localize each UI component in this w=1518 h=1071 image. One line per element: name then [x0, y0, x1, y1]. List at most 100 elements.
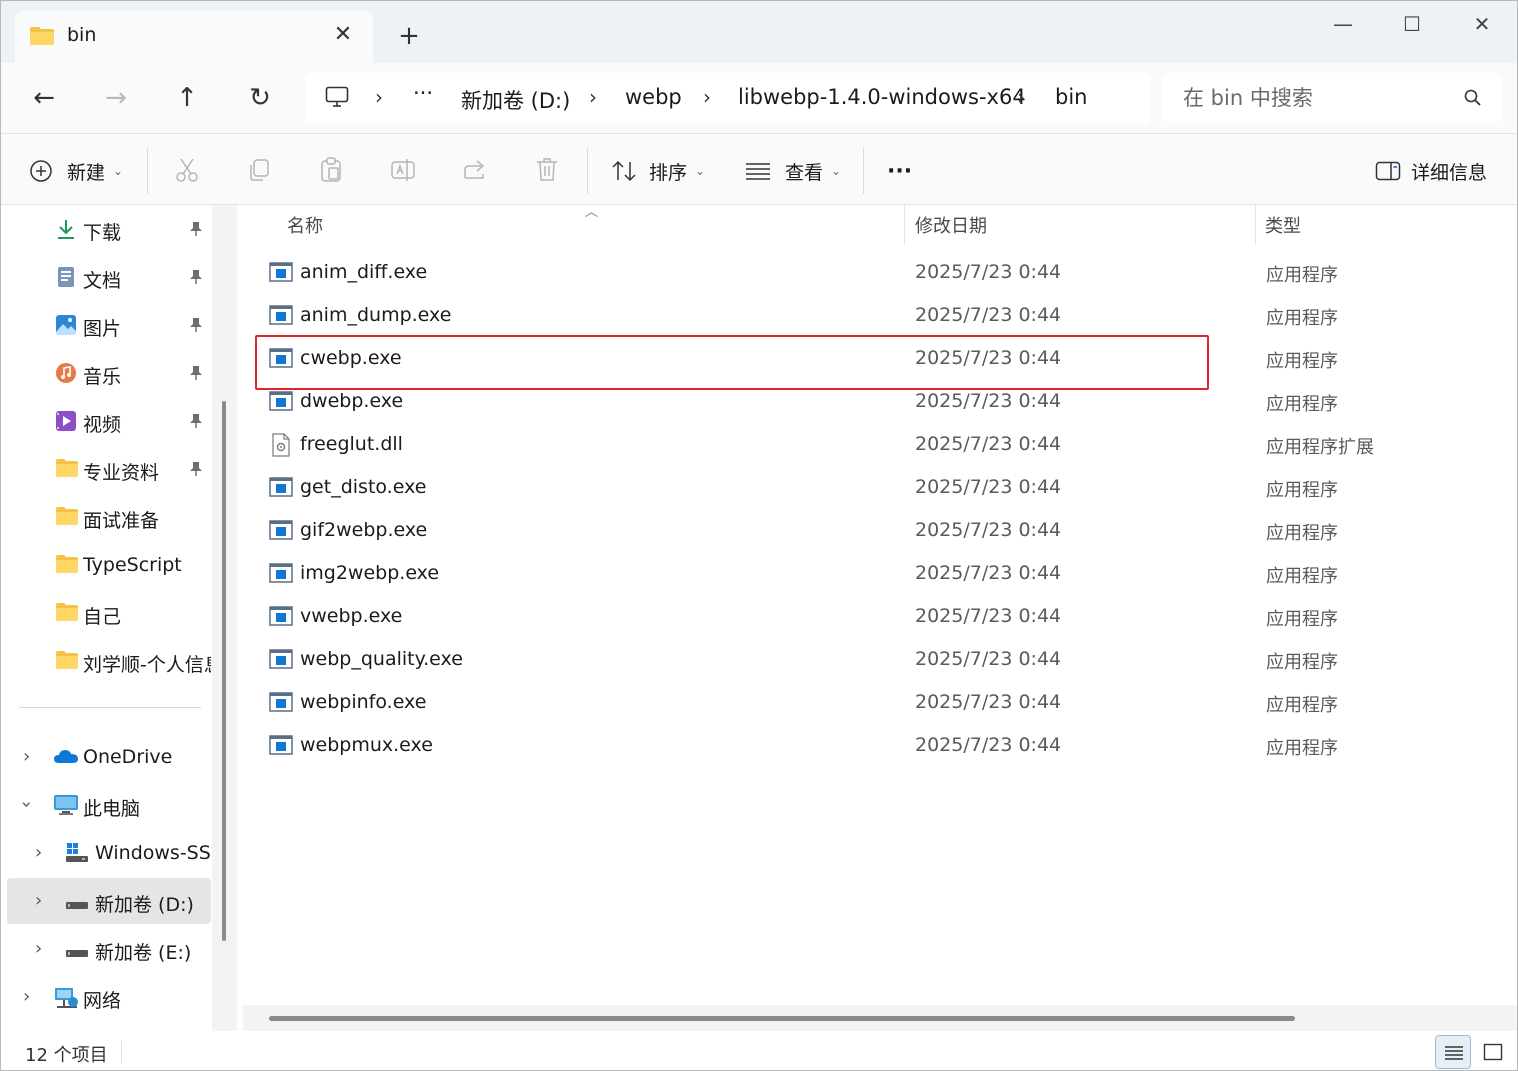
- sidebar-scrollbar-thumb[interactable]: [222, 401, 226, 941]
- sidebar-item-drive-e[interactable]: › 新加卷 (E:): [7, 926, 211, 972]
- chevron-right-icon[interactable]: ›: [375, 85, 383, 109]
- sidebar-item-folder[interactable]: TypeScript: [7, 542, 211, 588]
- search-icon[interactable]: [1463, 88, 1483, 112]
- chevron-right-icon[interactable]: ›: [35, 842, 42, 863]
- file-explorer-window: bin ✕ + — ☐ ✕ ← → ↑ ↻ › ··· 新加卷 (D:) › w…: [0, 0, 1518, 1071]
- sidebar-item-pictures[interactable]: 图片: [7, 302, 211, 348]
- rename-icon[interactable]: [389, 156, 417, 184]
- more-options-button[interactable]: ···: [887, 154, 912, 188]
- chevron-right-icon[interactable]: ›: [1017, 85, 1025, 109]
- chevron-right-icon[interactable]: ›: [589, 85, 597, 109]
- column-divider[interactable]: [904, 205, 905, 245]
- pin-icon[interactable]: [189, 460, 203, 482]
- file-type: 应用程序: [1266, 652, 1338, 673]
- sidebar-item-label: 刘学顺-个人信息: [83, 654, 211, 676]
- pin-icon[interactable]: [189, 220, 203, 242]
- file-row[interactable]: webpinfo.exe 2025/7/23 0:44 应用程序: [255, 682, 1505, 725]
- file-type: 应用程序扩展: [1266, 437, 1374, 458]
- minimize-button[interactable]: —: [1323, 9, 1363, 39]
- chevron-down-icon[interactable]: ›: [16, 801, 37, 808]
- folder-icon: [55, 650, 78, 672]
- sidebar-item-network[interactable]: › 网络: [7, 974, 211, 1020]
- file-row[interactable]: img2webp.exe 2025/7/23 0:44 应用程序: [255, 553, 1505, 596]
- delete-icon[interactable]: [533, 156, 561, 184]
- network-icon: [53, 986, 78, 1008]
- sidebar-item-label: 视频: [83, 414, 122, 436]
- chevron-right-icon[interactable]: ›: [23, 746, 30, 767]
- details-pane-button[interactable]: 详细信息: [1375, 154, 1487, 188]
- close-window-button[interactable]: ✕: [1462, 9, 1502, 39]
- breadcrumb-segment-bin[interactable]: bin: [1055, 85, 1087, 109]
- sidebar-item-videos[interactable]: 视频: [7, 398, 211, 444]
- forward-button[interactable]: →: [99, 81, 133, 115]
- new-button[interactable]: 新建 ⌄: [29, 154, 123, 188]
- tab-bin[interactable]: bin ✕: [15, 11, 373, 63]
- sidebar-item-downloads[interactable]: 下载: [7, 206, 211, 252]
- sidebar-item-windows-ssd[interactable]: › Windows-SSD: [7, 830, 211, 876]
- file-row[interactable]: freeglut.dll 2025/7/23 0:44 应用程序扩展: [255, 424, 1505, 467]
- pin-icon[interactable]: [189, 364, 203, 386]
- sidebar-item-onedrive[interactable]: › OneDrive: [7, 734, 211, 780]
- large-icons-view-button[interactable]: [1475, 1035, 1511, 1069]
- file-row[interactable]: anim_dump.exe 2025/7/23 0:44 应用程序: [255, 295, 1505, 338]
- view-button[interactable]: 查看 ⌄: [745, 154, 841, 188]
- computer-icon[interactable]: [325, 86, 349, 112]
- chevron-right-icon[interactable]: ›: [703, 85, 711, 109]
- pin-icon[interactable]: [189, 412, 203, 434]
- search-input[interactable]: [1183, 83, 1453, 113]
- sidebar-item-folder[interactable]: 面试准备: [7, 494, 211, 540]
- up-button[interactable]: ↑: [170, 81, 204, 115]
- breadcrumb-segment-d-drive[interactable]: 新加卷 (D:): [461, 85, 570, 115]
- pictures-icon: [55, 314, 77, 336]
- refresh-button[interactable]: ↻: [243, 81, 277, 115]
- details-view-button[interactable]: [1435, 1035, 1471, 1069]
- horizontal-scrollbar-thumb[interactable]: [269, 1016, 1295, 1021]
- close-tab-icon[interactable]: ✕: [331, 23, 355, 47]
- file-row[interactable]: anim_diff.exe 2025/7/23 0:44 应用程序: [255, 252, 1505, 295]
- paste-icon[interactable]: [317, 156, 345, 184]
- folder-icon: [55, 554, 78, 576]
- column-header-modified[interactable]: 修改日期: [915, 205, 987, 249]
- sidebar-item-documents[interactable]: 文档: [7, 254, 211, 300]
- pin-icon[interactable]: [189, 268, 203, 290]
- sidebar-item-drive-d[interactable]: › 新加卷 (D:): [7, 878, 211, 924]
- copy-icon[interactable]: [245, 156, 273, 184]
- file-date: 2025/7/23 0:44: [915, 648, 1062, 670]
- dll-file-icon: [269, 433, 293, 457]
- file-name: get_disto.exe: [300, 476, 427, 498]
- file-row[interactable]: vwebp.exe 2025/7/23 0:44 应用程序: [255, 596, 1505, 639]
- column-divider[interactable]: [1255, 205, 1256, 245]
- sidebar-item-label: 文档: [83, 270, 122, 292]
- pin-icon[interactable]: [189, 316, 203, 338]
- file-row[interactable]: get_disto.exe 2025/7/23 0:44 应用程序: [255, 467, 1505, 510]
- address-bar[interactable]: › ··· 新加卷 (D:) › webp › libwebp-1.4.0-wi…: [305, 73, 1150, 123]
- chevron-right-icon[interactable]: ›: [23, 986, 30, 1007]
- breadcrumb-segment-webp[interactable]: webp: [625, 85, 682, 109]
- sidebar-item-this-pc[interactable]: › 此电脑: [7, 782, 211, 828]
- sidebar-item-label: 此电脑: [83, 798, 141, 820]
- document-icon: [55, 266, 77, 288]
- sidebar-item-folder[interactable]: 专业资料: [7, 446, 211, 492]
- maximize-button[interactable]: ☐: [1392, 9, 1432, 39]
- cut-icon[interactable]: [173, 156, 201, 184]
- file-row[interactable]: webpmux.exe 2025/7/23 0:44 应用程序: [255, 725, 1505, 768]
- sort-button[interactable]: 排序 ⌄: [611, 154, 705, 188]
- chevron-right-icon[interactable]: ›: [35, 890, 42, 911]
- back-button[interactable]: ←: [27, 81, 61, 115]
- sidebar-item-folder[interactable]: 自己: [7, 590, 211, 636]
- breadcrumb-segment-libwebp[interactable]: libwebp-1.4.0-windows-x64: [738, 85, 1026, 109]
- share-icon[interactable]: [461, 156, 489, 184]
- search-box[interactable]: [1163, 73, 1501, 123]
- details-label: 详细信息: [1411, 161, 1488, 184]
- column-header-type[interactable]: 类型: [1265, 205, 1301, 249]
- breadcrumb-more[interactable]: ···: [413, 81, 433, 105]
- file-row[interactable]: gif2webp.exe 2025/7/23 0:44 应用程序: [255, 510, 1505, 553]
- sidebar-item-folder[interactable]: 刘学顺-个人信息: [7, 638, 211, 684]
- sidebar-item-music[interactable]: 音乐: [7, 350, 211, 396]
- navigation-pane: 下载 文档 图片 音乐 视频 专业资料 面试准备 TypeScript 自己 刘…: [1, 205, 237, 1031]
- file-row[interactable]: webp_quality.exe 2025/7/23 0:44 应用程序: [255, 639, 1505, 682]
- windows-drive-icon: [65, 842, 88, 864]
- chevron-right-icon[interactable]: ›: [35, 938, 42, 959]
- new-tab-button[interactable]: +: [395, 22, 423, 50]
- column-header-name[interactable]: 名称: [287, 205, 323, 249]
